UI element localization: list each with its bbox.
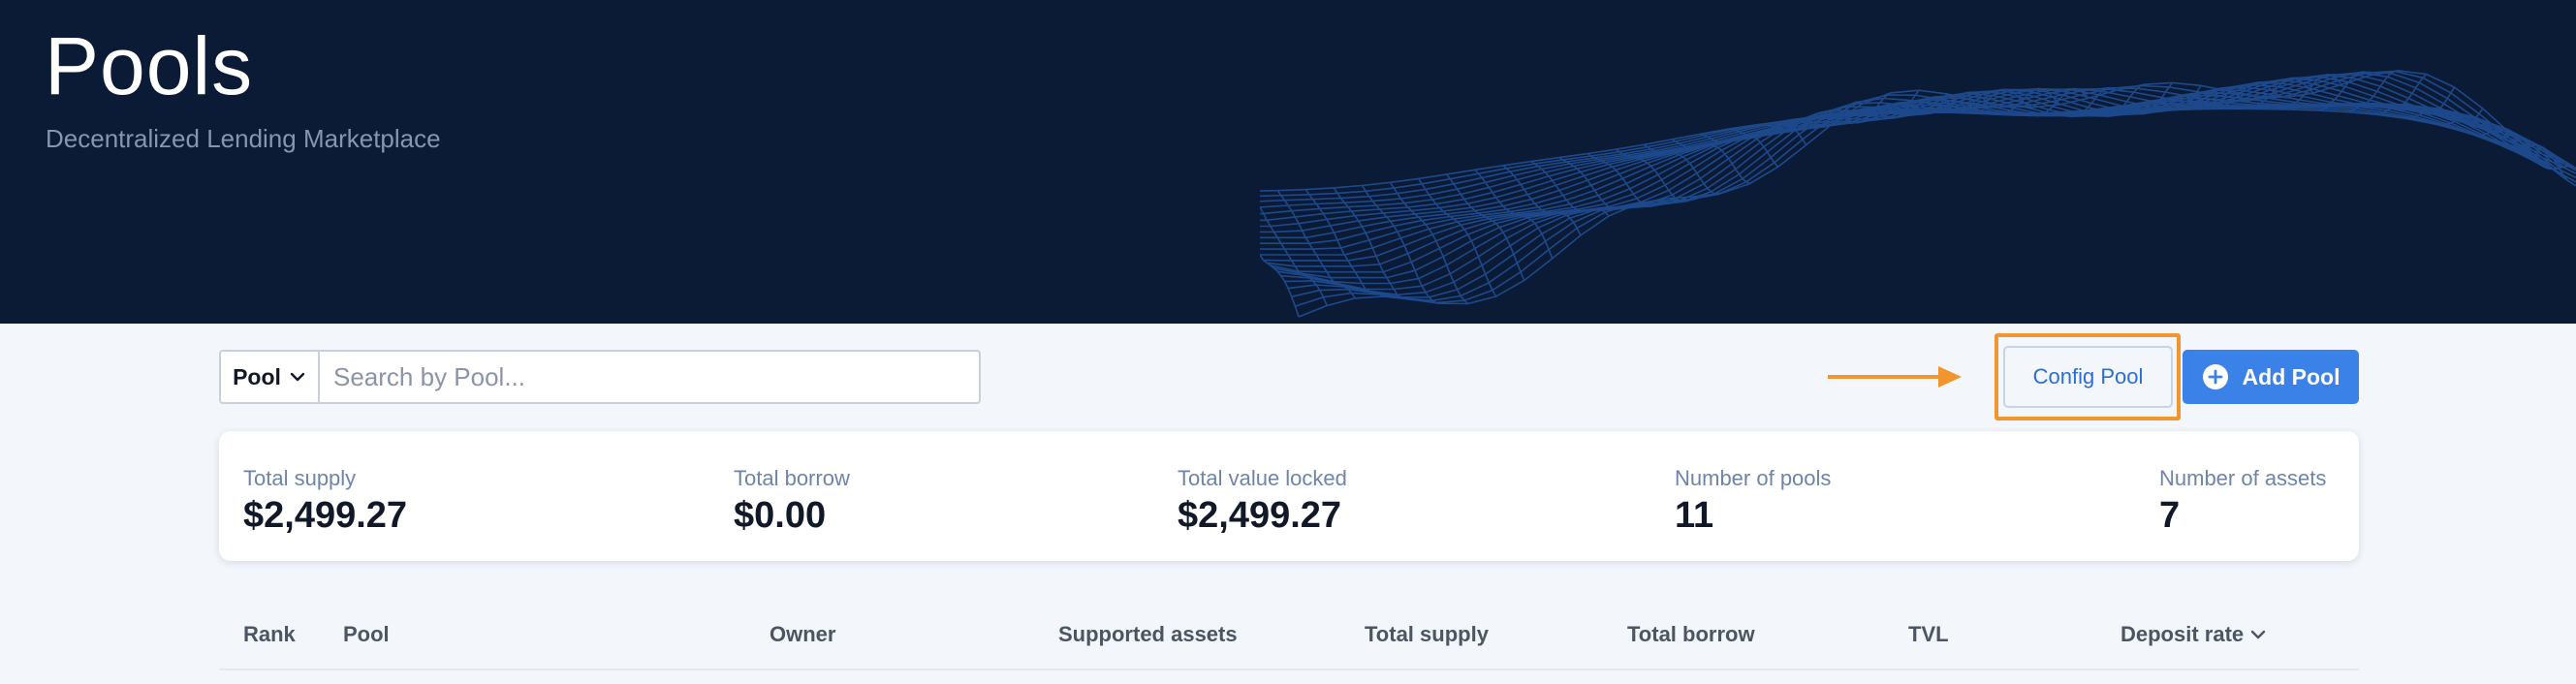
mesh-line [1260, 103, 2532, 215]
chevron-down-icon [290, 372, 305, 382]
mesh-line [1260, 97, 2543, 233]
stat-total-supply: Total supply $2,499.27 [243, 466, 407, 537]
mesh-line [1260, 105, 2529, 208]
page-header: Pools Decentralized Lending Marketplace [0, 0, 2576, 324]
stat-label: Total supply [243, 466, 357, 490]
mesh-line [1260, 100, 2540, 228]
column-header-supported-assets[interactable]: Supported assets [1058, 622, 1238, 647]
stats-card: Total supply $2,499.27 Total borrow $0.0… [219, 431, 2359, 561]
search-input[interactable] [320, 352, 979, 402]
stat-number-of-pools: Number of pools 11 [1675, 466, 1831, 537]
column-header-tvl[interactable]: TVL [1908, 622, 1949, 647]
column-header-deposit-rate[interactable]: Deposit rate [2120, 622, 2267, 647]
column-header-total-supply[interactable]: Total supply [1365, 622, 1489, 647]
mesh-line [1260, 103, 2536, 222]
column-header-rank[interactable]: Rank [243, 622, 296, 647]
column-header-pool[interactable]: Pool [343, 622, 390, 647]
stat-value: $2,499.27 [1178, 495, 1342, 536]
mesh-line [1260, 105, 2526, 202]
plus-circle-icon [2202, 364, 2228, 389]
stat-label: Total value locked [1178, 466, 1347, 490]
search-bar: Pool [219, 350, 981, 404]
stat-total-borrow: Total borrow $0.00 [734, 466, 850, 537]
sort-chevron-icon [2250, 630, 2266, 639]
stat-value: $0.00 [734, 495, 827, 536]
stat-value: 7 [2159, 495, 2181, 536]
filter-type-label: Pool [233, 363, 281, 389]
column-header-owner[interactable]: Owner [770, 622, 835, 647]
stat-label: Number of pools [1675, 466, 1832, 490]
stat-value: $2,499.27 [243, 495, 408, 536]
config-pool-button[interactable]: Config Pool [2003, 346, 2173, 408]
add-pool-button[interactable]: Add Pool [2183, 350, 2359, 404]
filter-type-select[interactable]: Pool [221, 352, 320, 402]
stat-number-of-assets: Number of assets 7 [2159, 466, 2326, 537]
stat-value: 11 [1675, 495, 1714, 536]
column-header-total-borrow[interactable]: Total borrow [1627, 622, 1755, 647]
pools-table-header: Rank Pool Owner Supported assets Total s… [219, 601, 2359, 670]
mesh-line [1417, 177, 1497, 297]
add-pool-label: Add Pool [2242, 363, 2340, 389]
stat-label: Number of assets [2159, 466, 2327, 490]
wireframe-mountain-illustration [1260, 70, 2576, 318]
arrow-right-icon [1828, 366, 1962, 388]
page-subtitle: Decentralized Lending Marketplace [46, 124, 441, 153]
column-header-label: Deposit rate [2120, 622, 2245, 646]
page-title: Pools [45, 20, 254, 111]
stat-label: Total borrow [734, 466, 850, 490]
stat-total-value-locked: Total value locked $2,499.27 [1178, 466, 1347, 537]
mesh-line [1260, 107, 2522, 198]
